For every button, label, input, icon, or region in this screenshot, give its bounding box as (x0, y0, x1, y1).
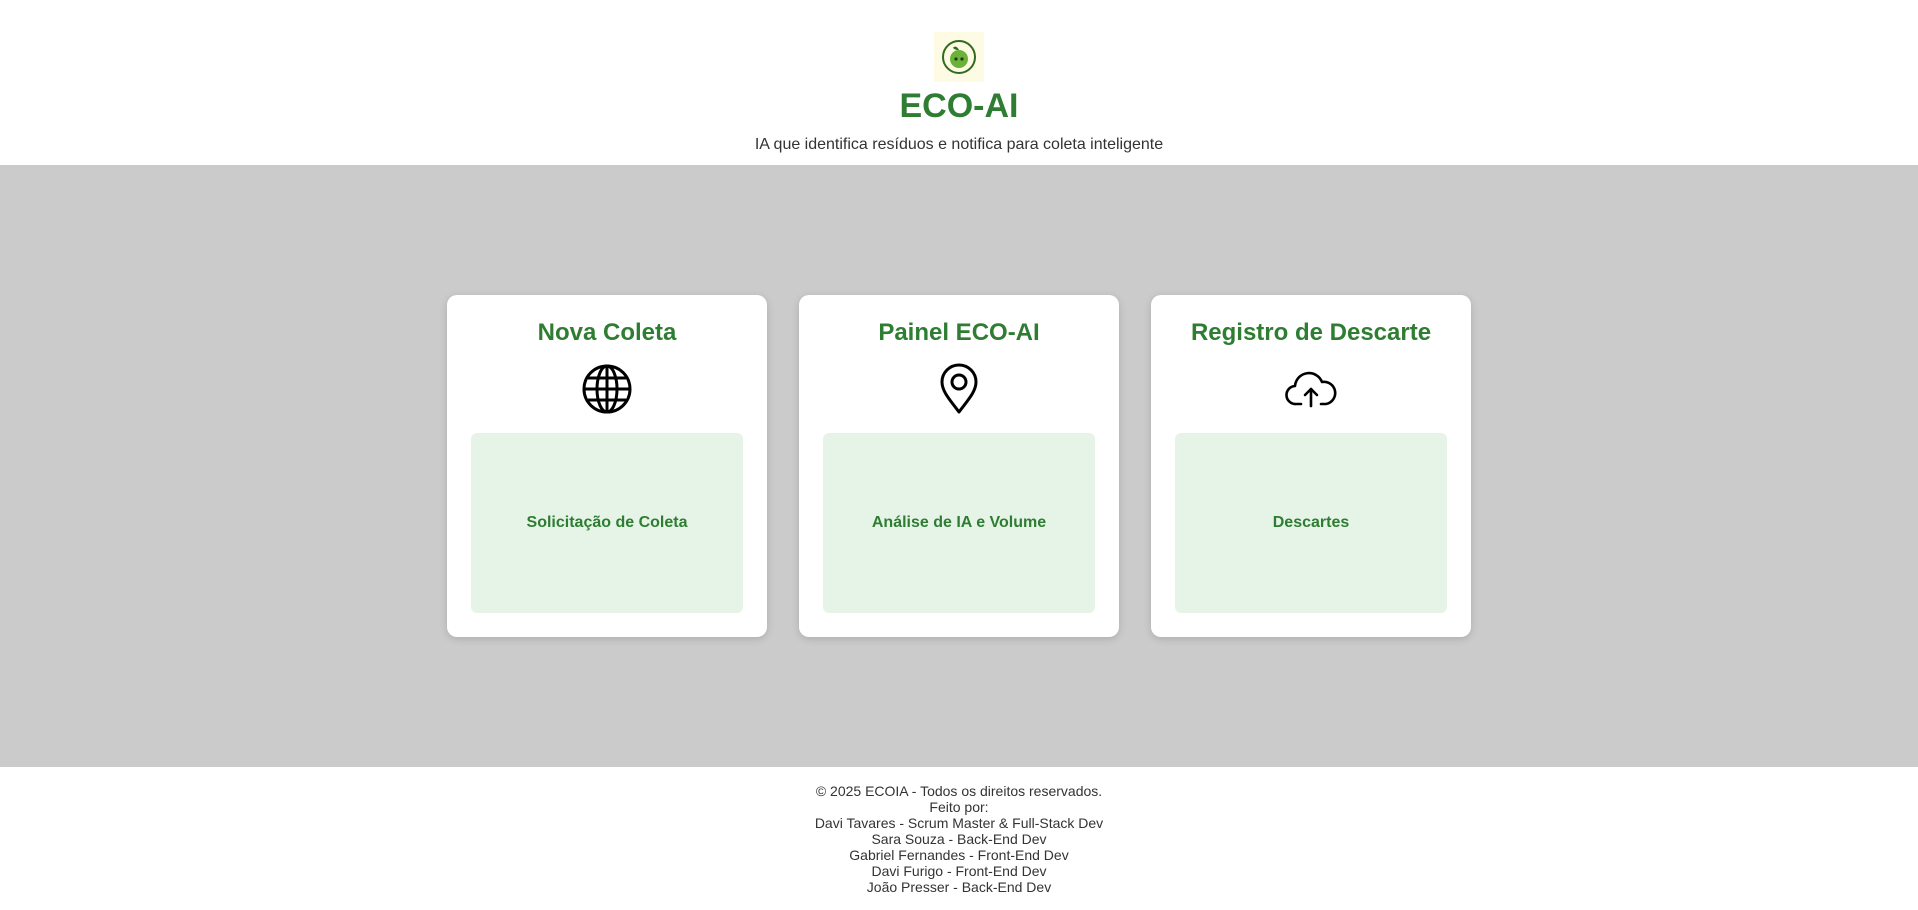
credit-line: Davi Tavares - Scrum Master & Full-Stack… (814, 815, 1104, 831)
globe-icon (471, 363, 743, 415)
copyright-text: © 2025 ECOIA - Todos os direitos reserva… (815, 783, 1103, 799)
solicitacao-coleta-button[interactable]: Solicitação de Coleta (471, 433, 743, 613)
credit-line: Davi Furigo - Front-End Dev (871, 863, 1047, 879)
credit-line: João Presser - Back-End Dev (866, 879, 1052, 895)
card-nova-coleta: Nova Coleta Solicitação de Coleta (447, 295, 767, 637)
map-pin-icon (823, 363, 1095, 415)
card-title: Painel ECO-AI (878, 319, 1040, 346)
app-tagline: IA que identifica resíduos e notifica pa… (754, 136, 1164, 153)
logo (934, 32, 984, 82)
main-content: Nova Coleta Solicitação de Coleta Painel… (0, 165, 1918, 767)
credit-line: Gabriel Fernandes - Front-End Dev (849, 847, 1069, 863)
card-title: Nova Coleta (537, 319, 677, 346)
site-footer: © 2025 ECOIA - Todos os direitos reserva… (0, 767, 1918, 910)
card-painel-eco-ai: Painel ECO-AI Análise de IA e Volume (799, 295, 1119, 637)
site-header: ECO-AI IA que identifica resíduos e noti… (0, 0, 1918, 165)
card-registro-descarte: Registro de Descarte Descartes (1151, 295, 1471, 637)
card-title: Registro de Descarte (1190, 319, 1432, 346)
cloud-upload-icon (1175, 363, 1447, 415)
analise-ia-volume-button[interactable]: Análise de IA e Volume (823, 433, 1095, 613)
credit-line: Sara Souza - Back-End Dev (871, 831, 1047, 847)
made-by-label: Feito por: (929, 799, 989, 815)
card-grid: Nova Coleta Solicitação de Coleta Painel… (447, 295, 1471, 637)
app-title: ECO-AI (899, 87, 1019, 125)
descartes-button[interactable]: Descartes (1175, 433, 1447, 613)
apple-leaf-icon (942, 40, 976, 74)
